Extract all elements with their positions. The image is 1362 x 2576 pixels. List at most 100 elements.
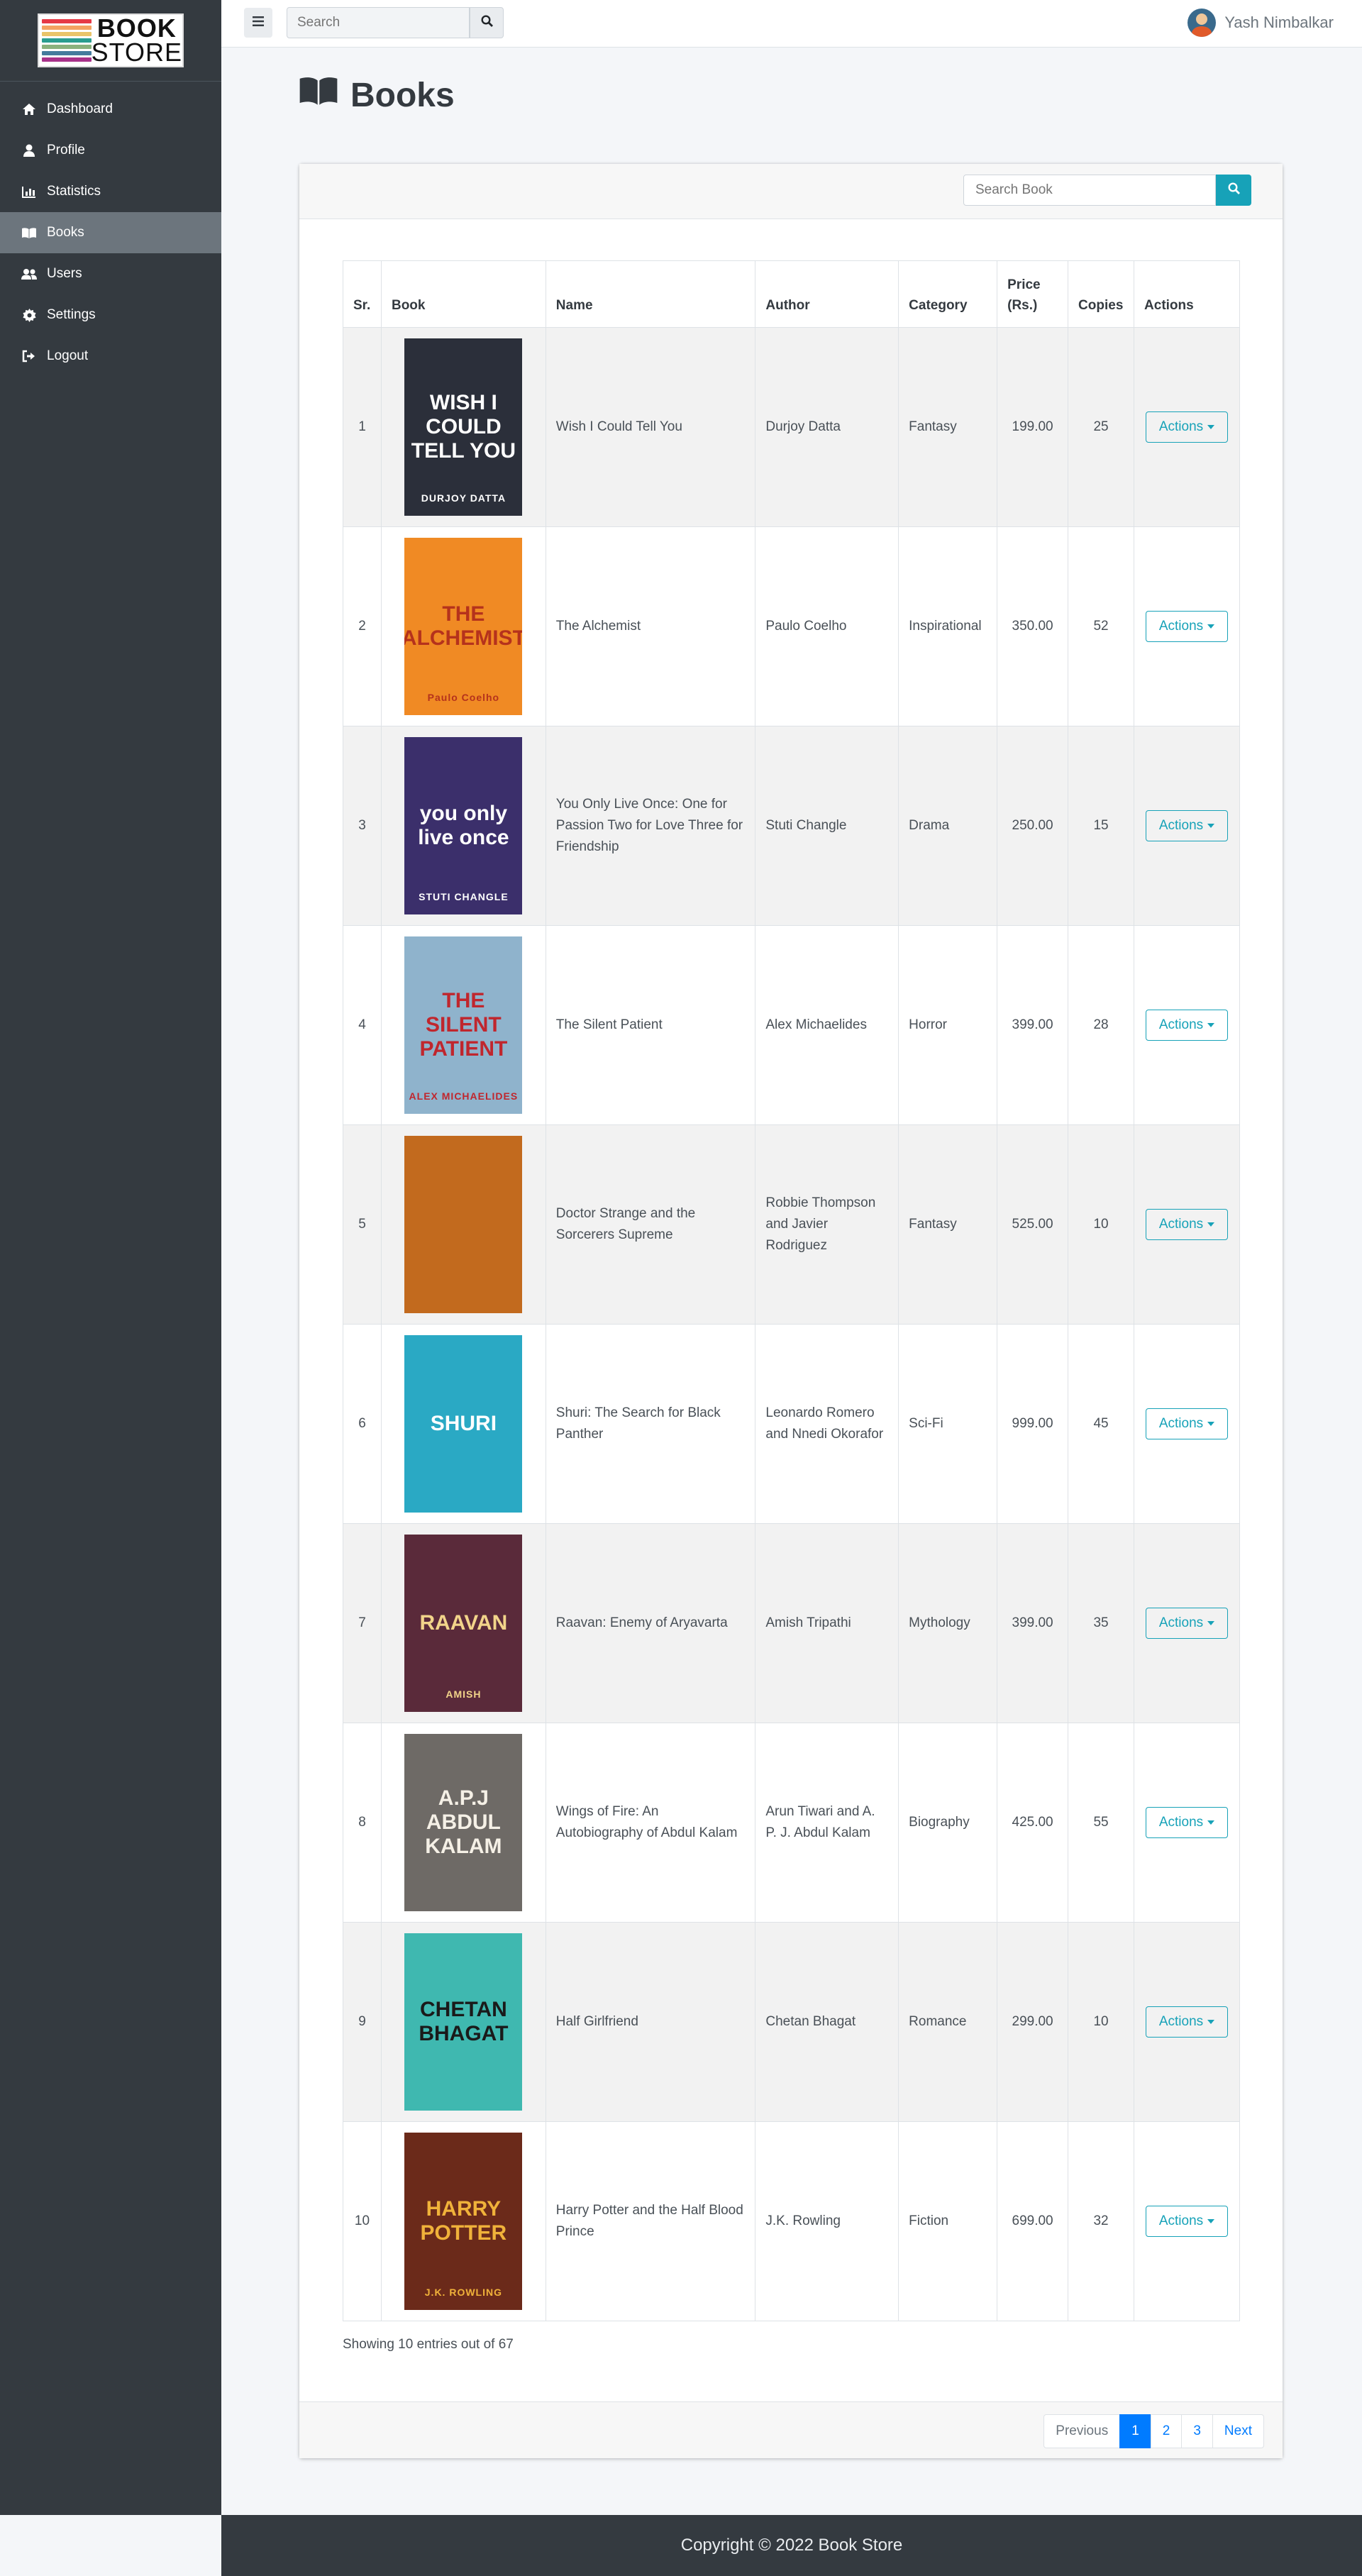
book-cover-image[interactable]: WISH I COULD TELL YOU DURJOY DATTA <box>404 338 523 516</box>
cell-actions: Actions <box>1134 1324 1240 1524</box>
column-header-price: Price (Rs.) <box>997 260 1069 328</box>
page-footer: Copyright © 2022 Book Store <box>221 2515 1362 2576</box>
pagination-previous[interactable]: Previous <box>1043 2414 1121 2448</box>
navbar-search-input[interactable] <box>287 7 470 38</box>
book-search-input[interactable] <box>963 175 1216 206</box>
cover-title: you only live once <box>418 802 509 849</box>
actions-dropdown-button[interactable]: Actions <box>1146 411 1229 443</box>
book-cover-image[interactable]: THE ALCHEMIST Paulo Coelho <box>404 538 523 715</box>
table-row: 4 THE SILENT PATIENT ALEX MICHAELIDES The S… <box>343 925 1240 1125</box>
cell-sr: 10 <box>343 2121 382 2321</box>
cell-copies: 32 <box>1068 2121 1135 2321</box>
cell-copies: 10 <box>1068 1124 1135 1325</box>
cover-title: CHETAN BHAGAT <box>419 1998 509 2045</box>
chart-icon <box>21 184 37 199</box>
table-row: 6 SHURI Shuri: The Search for Black Panthe… <box>343 1324 1240 1524</box>
cell-copies: 25 <box>1068 327 1135 527</box>
cell-category: Inspirational <box>898 526 998 726</box>
caret-down-icon <box>1207 425 1215 429</box>
cover-author: DURJOY DATTA <box>421 492 506 504</box>
sidebar-item-label: Profile <box>47 143 85 157</box>
pagination-next[interactable]: Next <box>1212 2414 1264 2448</box>
book-cover-image[interactable]: CHETAN BHAGAT <box>404 1933 523 2111</box>
user-name: Yash Nimbalkar <box>1224 13 1334 31</box>
caret-down-icon <box>1207 1222 1215 1227</box>
book-search-button[interactable] <box>1216 175 1251 206</box>
book-cover-image[interactable]: THE SILENT PATIENT ALEX MICHAELIDES <box>404 936 523 1114</box>
cell-copies: 15 <box>1068 726 1135 926</box>
cell-book-cover: WISH I COULD TELL YOU DURJOY DATTA <box>380 327 546 527</box>
cell-author: Alex Michaelides <box>755 925 899 1125</box>
cell-category: Romance <box>898 1922 998 2122</box>
cell-author: Paulo Coelho <box>755 526 899 726</box>
menu-toggle-button[interactable] <box>244 8 272 38</box>
actions-dropdown-button[interactable]: Actions <box>1146 810 1229 841</box>
cell-name: Shuri: The Search for Black Panther <box>545 1324 756 1524</box>
book-cover-image[interactable]: A.P.J ABDUL KALAM <box>404 1734 523 1911</box>
search-icon <box>480 15 493 31</box>
cell-author: Leonardo Romero and Nnedi Okorafor <box>755 1324 899 1524</box>
cell-sr: 4 <box>343 925 382 1125</box>
book-cover-image[interactable]: HARRY POTTER J.K. ROWLING <box>404 2133 523 2310</box>
sidebar-item-profile[interactable]: Profile <box>0 130 221 171</box>
cell-author: Arun Tiwari and A. P. J. Abdul Kalam <box>755 1723 899 1923</box>
cell-name: Half Girlfriend <box>545 1922 756 2122</box>
cell-price: 350.00 <box>997 526 1069 726</box>
logo-line-1: BOOK <box>96 13 177 43</box>
actions-dropdown-button[interactable]: Actions <box>1146 1608 1229 1639</box>
table-row: 1 WISH I COULD TELL YOU DURJOY DATTA Wish I… <box>343 327 1240 527</box>
actions-dropdown-button[interactable]: Actions <box>1146 1209 1229 1240</box>
column-header-copies: Copies <box>1068 260 1135 328</box>
cell-sr: 8 <box>343 1723 382 1923</box>
actions-dropdown-button[interactable]: Actions <box>1146 611 1229 642</box>
navbar-search-button[interactable] <box>470 7 504 38</box>
actions-dropdown-button[interactable]: Actions <box>1146 1408 1229 1439</box>
sidebar-item-label: Settings <box>47 307 96 322</box>
actions-dropdown-button[interactable]: Actions <box>1146 2206 1229 2237</box>
books-table-body: 1 WISH I COULD TELL YOU DURJOY DATTA Wish I… <box>343 327 1240 2321</box>
copyright-text: Copyright © 2022 Book Store <box>680 2536 903 2555</box>
table-row: 10 HARRY POTTER J.K. ROWLING Harry Potter a… <box>343 2121 1240 2321</box>
logo-text: BOOK STORE <box>92 16 182 65</box>
sidebar-item-statistics[interactable]: Statistics <box>0 171 221 212</box>
page-title: Books <box>298 74 455 116</box>
page-title-text: Books <box>350 76 455 114</box>
logo-stripe <box>42 19 92 23</box>
book-cover-image[interactable]: you only live once STUTI CHANGLE <box>404 737 523 914</box>
book-cover-image[interactable]: RAAVAN AMISH <box>404 1535 523 1712</box>
actions-dropdown-button[interactable]: Actions <box>1146 1010 1229 1041</box>
sidebar-item-label: Statistics <box>47 184 101 199</box>
sidebar-item-settings[interactable]: Settings <box>0 294 221 336</box>
search-icon <box>1227 182 1240 198</box>
cover-title: RAAVAN <box>419 1611 508 1635</box>
cell-category: Horror <box>898 925 998 1125</box>
actions-label: Actions <box>1158 2014 1204 2029</box>
cell-sr: 3 <box>343 726 382 926</box>
book-store-logo[interactable]: BOOK STORE <box>38 13 184 67</box>
book-cover-image[interactable] <box>404 1136 523 1313</box>
cover-author: Paulo Coelho <box>427 692 500 703</box>
cell-sr: 7 <box>343 1523 382 1723</box>
pagination-page-1[interactable]: 1 <box>1119 2414 1151 2448</box>
book-cover-image[interactable]: SHURI <box>404 1335 523 1513</box>
column-header-category: Category <box>898 260 998 328</box>
sidebar-item-dashboard[interactable]: Dashboard <box>0 89 221 130</box>
actions-dropdown-button[interactable]: Actions <box>1146 1807 1229 1838</box>
sidebar-item-users[interactable]: Users <box>0 253 221 294</box>
brand: BOOK STORE <box>0 0 221 82</box>
caret-down-icon <box>1207 1820 1215 1825</box>
cell-price: 250.00 <box>997 726 1069 926</box>
pagination-page-3[interactable]: 3 <box>1181 2414 1213 2448</box>
sidebar-item-label: Dashboard <box>47 101 113 116</box>
sidebar-item-logout[interactable]: Logout <box>0 336 221 377</box>
book-icon <box>21 225 37 241</box>
table-row: 2 THE ALCHEMIST Paulo Coelho The Alchemist P… <box>343 526 1240 726</box>
user-menu[interactable]: Yash Nimbalkar <box>1187 9 1334 37</box>
sidebar-item-books[interactable]: Books <box>0 212 221 253</box>
cell-author: Durjoy Datta <box>755 327 899 527</box>
cell-actions: Actions <box>1134 1723 1240 1923</box>
pagination-page-2[interactable]: 2 <box>1150 2414 1183 2448</box>
cell-book-cover: you only live once STUTI CHANGLE <box>380 726 546 926</box>
book-icon <box>298 74 350 116</box>
actions-dropdown-button[interactable]: Actions <box>1146 2006 1229 2038</box>
